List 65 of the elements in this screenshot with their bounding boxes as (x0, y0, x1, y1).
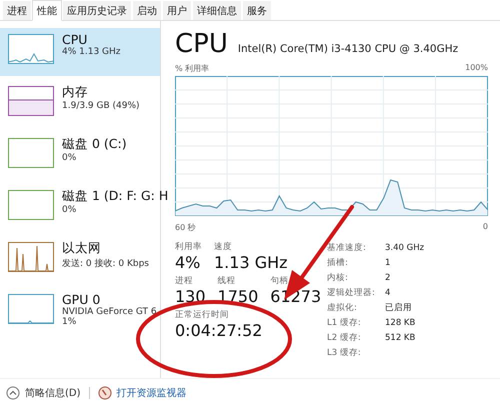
memory-graph-thumbnail (8, 86, 54, 116)
axis-label: 60 秒 (175, 222, 196, 233)
stat-label: 利用率 (175, 241, 202, 253)
item-title: 磁盘 0 (C:) (62, 136, 127, 153)
stat-label: 句柄 (270, 275, 290, 287)
spec-label: 虚拟化: (327, 302, 358, 315)
sidebar-item[interactable]: 磁盘 0 (C:) 0% (0, 132, 160, 180)
stat-value: 0:04:27:52 (175, 321, 264, 340)
spec-label: L3 缓存: (327, 347, 362, 360)
spec-label: 逻辑处理器: (327, 287, 376, 300)
item-title: GPU 0 (62, 292, 102, 307)
summary-toggle[interactable]: 简略信息(D) (6, 386, 81, 400)
spec-label: 插槽: (327, 257, 349, 270)
resource-monitor-link[interactable]: 打开资源监视器 (98, 386, 187, 400)
axis-label: 100% (465, 63, 488, 74)
item-detail: 0% (62, 153, 78, 163)
spec-label: 基准速度: (327, 242, 367, 255)
panel-title: CPU (175, 29, 228, 59)
spec-value: 512 KB (385, 332, 416, 345)
item-title: CPU (62, 32, 88, 47)
item-detail: 1.9/3.9 GB (49%) (62, 101, 140, 111)
spec-value: 已启用 (385, 302, 413, 315)
disk-graph-thumbnail (8, 138, 54, 168)
stat-value: 4% (175, 253, 202, 272)
stat-label: 速度 (214, 241, 233, 253)
cpu-graph-thumbnail (8, 34, 54, 64)
item-title: 以太网 (62, 240, 102, 257)
spec-value: 4 (385, 287, 392, 300)
chevron-up-icon (6, 386, 20, 400)
tab[interactable]: 应用历史记录 (63, 1, 131, 20)
sidebar-item[interactable]: GPU 0 NVIDIA GeForce GT 6 1% (0, 288, 160, 336)
spec-value: 2 (385, 272, 392, 285)
sidebar-item[interactable]: 以太网 发送: 0 接收: 0 Kbps (0, 236, 160, 284)
item-title: 内存 (62, 84, 89, 101)
item-title: 磁盘 1 (D: F: G: H (62, 188, 168, 205)
spec-value: 3.40 GHz (385, 242, 424, 255)
stat-label: 正常运行时间 (175, 309, 230, 321)
item-detail: NVIDIA GeForce GT 6 (62, 307, 157, 317)
tab[interactable]: 性能 (32, 0, 62, 21)
item-detail: 4% 1.13 GHz (62, 47, 121, 57)
disk-graph-thumbnail (8, 190, 54, 220)
tab[interactable]: 用户 (163, 1, 191, 20)
spec-value: 1 (385, 257, 392, 270)
tab[interactable]: 进程 (3, 1, 31, 20)
tab[interactable]: 启动 (133, 1, 161, 20)
axis-label: 0 (482, 222, 488, 233)
axis-label: % 利用率 (175, 63, 210, 74)
network-graph-thumbnail (8, 242, 54, 272)
spec-label: 内核: (327, 272, 349, 285)
stat-value: 1.13 GHz (214, 253, 288, 272)
spec-label: L1 缓存: (327, 317, 362, 330)
gauge-icon (98, 386, 112, 400)
sidebar-item[interactable]: CPU 4% 1.13 GHz (0, 28, 160, 76)
gpu-graph-thumbnail (8, 294, 54, 324)
tab[interactable]: 详细信息 (193, 1, 241, 20)
processor-model: Intel(R) Core(TM) i3-4130 CPU @ 3.40GHz (238, 43, 458, 55)
stat-label: 进程 (175, 275, 194, 287)
item-detail: 0% (62, 205, 78, 215)
tab[interactable]: 服务 (243, 1, 271, 20)
spec-label: L2 缓存: (327, 332, 362, 345)
spec-value: 128 KB (385, 317, 416, 330)
sidebar-item[interactable]: 内存 1.9/3.9 GB (49%) (0, 80, 160, 128)
stat-label: 线程 (218, 275, 237, 287)
item-detail: 发送: 0 接收: 0 Kbps (62, 258, 149, 270)
item-detail: 1% (62, 317, 78, 327)
